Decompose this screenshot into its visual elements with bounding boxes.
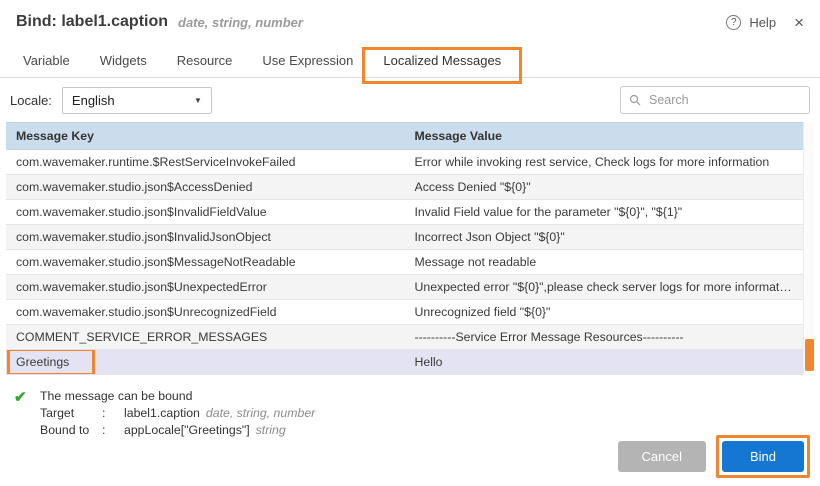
- status-message: The message can be bound: [40, 388, 806, 405]
- table-row[interactable]: com.wavemaker.runtime.$RestServiceInvoke…: [6, 150, 803, 175]
- bind-status: ✔ The message can be bound Target : labe…: [14, 388, 806, 439]
- status-target-row: Target : label1.captiondate, string, num…: [40, 405, 806, 422]
- message-key-cell[interactable]: com.wavemaker.studio.json$InvalidJsonObj…: [6, 225, 405, 250]
- message-key-cell[interactable]: com.wavemaker.studio.json$AccessDenied: [6, 175, 405, 200]
- dialog-subtitle: date, string, number: [178, 15, 303, 30]
- message-key-cell[interactable]: com.wavemaker.runtime.$RestServiceInvoke…: [6, 150, 405, 175]
- bound-to-label: Bound to: [40, 422, 102, 439]
- tab-widgets[interactable]: Widgets: [85, 44, 162, 77]
- table-row[interactable]: com.wavemaker.studio.json$UnexpectedErro…: [6, 275, 803, 300]
- table-row[interactable]: GreetingsHello: [6, 350, 803, 375]
- tab-use-expression[interactable]: Use Expression: [247, 44, 368, 77]
- header-actions: ? Help ×: [726, 14, 804, 31]
- message-value-cell[interactable]: Invalid Field value for the parameter "$…: [405, 200, 804, 225]
- dialog-header: Bind: label1.caption date, string, numbe…: [0, 0, 820, 44]
- cancel-button[interactable]: Cancel: [618, 441, 706, 472]
- table-header-row: Message Key Message Value: [6, 123, 803, 150]
- bind-annotation-box: Bind: [716, 435, 810, 478]
- close-icon[interactable]: ×: [794, 14, 804, 31]
- messages-table: Message Key Message Value com.wavemaker.…: [6, 122, 803, 375]
- table-row[interactable]: com.wavemaker.studio.json$AccessDeniedAc…: [6, 175, 803, 200]
- vertical-scrollbar[interactable]: [803, 122, 814, 375]
- bind-dialog: Bind: label1.caption date, string, numbe…: [0, 0, 820, 486]
- message-key-cell[interactable]: com.wavemaker.studio.json$InvalidFieldVa…: [6, 200, 405, 225]
- search-box[interactable]: [620, 86, 810, 114]
- bound-to-type: string: [256, 423, 286, 437]
- table-row[interactable]: com.wavemaker.studio.json$InvalidJsonObj…: [6, 225, 803, 250]
- locale-label: Locale:: [10, 93, 52, 108]
- message-key-cell[interactable]: com.wavemaker.studio.json$UnexpectedErro…: [6, 275, 405, 300]
- search-input[interactable]: [647, 92, 801, 108]
- table-row[interactable]: com.wavemaker.studio.json$InvalidFieldVa…: [6, 200, 803, 225]
- table-row[interactable]: com.wavemaker.studio.json$UnrecognizedFi…: [6, 300, 803, 325]
- messages-table-wrap: Message Key Message Value com.wavemaker.…: [6, 122, 814, 375]
- message-value-cell[interactable]: Unexpected error "${0}",please check ser…: [405, 275, 804, 300]
- message-key-cell[interactable]: COMMENT_SERVICE_ERROR_MESSAGES: [6, 325, 405, 350]
- table-row[interactable]: COMMENT_SERVICE_ERROR_MESSAGES----------…: [6, 325, 803, 350]
- tab-variable[interactable]: Variable: [8, 44, 85, 77]
- check-icon: ✔: [14, 388, 27, 406]
- tab-resource[interactable]: Resource: [162, 44, 248, 77]
- message-value-cell[interactable]: Incorrect Json Object "${0}": [405, 225, 804, 250]
- target-types: date, string, number: [206, 406, 315, 420]
- message-key-cell[interactable]: com.wavemaker.studio.json$MessageNotRead…: [6, 250, 405, 275]
- message-value-cell[interactable]: Hello: [405, 350, 804, 375]
- table-row[interactable]: com.wavemaker.studio.json$MessageNotRead…: [6, 250, 803, 275]
- bind-button[interactable]: Bind: [722, 441, 804, 472]
- column-header-message-key: Message Key: [6, 123, 405, 150]
- message-value-cell[interactable]: Message not readable: [405, 250, 804, 275]
- tab-localized-messages[interactable]: Localized Messages: [368, 44, 516, 77]
- message-value-cell[interactable]: Unrecognized field "${0}": [405, 300, 804, 325]
- message-key-cell[interactable]: com.wavemaker.studio.json$UnrecognizedFi…: [6, 300, 405, 325]
- message-value-cell[interactable]: ----------Service Error Message Resource…: [405, 325, 804, 350]
- bound-to-value: appLocale["Greetings"]string: [124, 422, 286, 439]
- column-header-message-value: Message Value: [405, 123, 804, 150]
- help-icon[interactable]: ?: [726, 15, 741, 30]
- search-icon: [629, 94, 641, 106]
- tabs: VariableWidgetsResourceUse ExpressionLoc…: [0, 44, 820, 78]
- footer-actions: Cancel Bind: [618, 435, 811, 478]
- message-key-cell[interactable]: Greetings: [6, 350, 405, 375]
- target-label: Target: [40, 405, 102, 422]
- toolbar: Locale: English ▼: [0, 78, 820, 122]
- target-value: label1.captiondate, string, number: [124, 405, 315, 422]
- locale-select[interactable]: English ▼: [62, 87, 212, 114]
- help-label[interactable]: Help: [749, 15, 776, 30]
- locale-selected-value: English: [72, 93, 115, 108]
- scrollbar-thumb[interactable]: [805, 339, 814, 371]
- dialog-title: Bind: label1.caption: [16, 13, 168, 31]
- message-value-cell[interactable]: Access Denied "${0}": [405, 175, 804, 200]
- chevron-down-icon: ▼: [194, 96, 202, 105]
- message-value-cell[interactable]: Error while invoking rest service, Check…: [405, 150, 804, 175]
- table-body: com.wavemaker.runtime.$RestServiceInvoke…: [6, 150, 803, 375]
